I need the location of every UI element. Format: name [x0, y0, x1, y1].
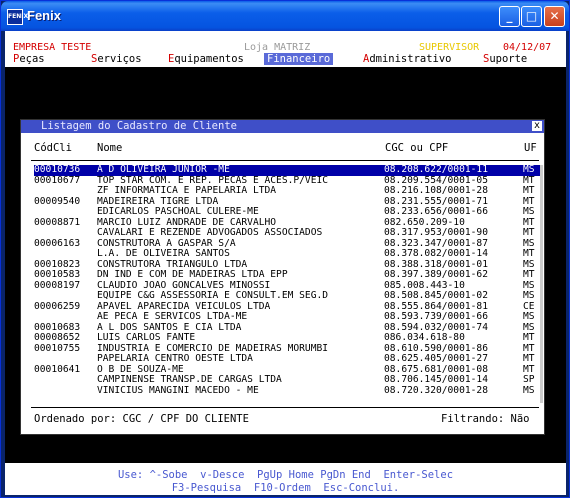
client-doc-cell: 08.720.320/0001-28 [384, 384, 488, 396]
menu-suporte[interactable]: Suporte [483, 53, 527, 65]
client-code-cell: 00009540 [34, 195, 81, 207]
client-doc-cell: 08.706.145/0001-14 [384, 374, 488, 385]
client-name-cell: L.A. DE OLIVEIRA SANTOS [97, 248, 230, 259]
title-bar[interactable]: FENIX Fenix _ □ ✕ [1, 1, 569, 31]
table-row[interactable]: ZF INFORMATICA E PAPELARIA LTDA 08.216.10… [34, 185, 540, 197]
sort-order-label: Ordenado por: CGC / CPF DO CLIENTE [34, 413, 249, 425]
client-code-cell: 00010755 [34, 342, 81, 354]
client-doc-cell: 08.216.108/0001-28 [384, 185, 488, 196]
client-code-cell: 00010677 [34, 174, 81, 186]
terminal-area: EMPRESA TESTE Loja MATRIZ SUPERVISOR 04/… [5, 31, 566, 495]
dialog-title: Listagem do Cadastro de Cliente [41, 120, 237, 132]
menu-label: dministrativo [369, 53, 452, 65]
menu-label: inanceiro [273, 53, 331, 65]
client-doc-cell: 08.233.656/0001-66 [384, 206, 488, 217]
menu-financeiro[interactable]: Financeiro [264, 53, 334, 65]
client-code-cell: 00006163 [34, 237, 81, 249]
menu-equipamentos[interactable]: Equipamentos [168, 53, 244, 65]
header-bar: EMPRESA TESTE Loja MATRIZ SUPERVISOR 04/… [5, 31, 566, 67]
table-row[interactable]: VINICIUS MANGINI MACEDO - ME 08.720.320/0… [34, 384, 540, 397]
client-code-cell: 00010583 [34, 269, 81, 280]
column-header-doc[interactable]: CGC ou CPF [385, 142, 448, 154]
client-list-dialog: Listagem do Cadastro de Cliente x CódCli… [20, 119, 545, 435]
key-hints-bar: Use: ^-Sobe v-Desce PgUp Home PgDn End E… [5, 463, 566, 495]
key-hints-line1: Use: ^-Sobe v-Desce PgUp Home PgDn End E… [117, 469, 454, 481]
menu-label: eças [19, 53, 45, 65]
client-doc-cell: 08.508.845/0001-02 [384, 290, 488, 301]
client-uf-cell: MT [523, 248, 535, 259]
dialog-close-button[interactable]: x [532, 121, 542, 131]
client-code-cell: 00008197 [34, 279, 81, 291]
client-uf-cell: MS [523, 290, 535, 301]
footer-divider [31, 407, 539, 408]
client-name-cell: DN IND E COM DE MADEIRAS LTDA EPP [97, 269, 288, 280]
client-doc-cell: 08.317.953/0001-90 [384, 227, 488, 238]
client-doc-cell: 086.034.618-80 [384, 332, 465, 343]
client-doc-cell: 08.593.739/0001-66 [384, 311, 488, 322]
client-name-cell: LUIS CARLOS FANTE [97, 332, 196, 343]
table-row[interactable]: L.A. DE OLIVEIRA SANTOS 08.378.082/0001-1… [34, 248, 540, 260]
client-uf-cell: MT [523, 227, 535, 238]
minimize-button[interactable]: _ [499, 6, 520, 27]
client-name-cell: ZF INFORMATICA E PAPELARIA LTDA [97, 185, 277, 196]
menu-pecas[interactable]: Peças [13, 53, 45, 65]
table-row[interactable]: 00010736 A D OLIVEIRA JUNIOR -ME 08.208.62… [34, 164, 540, 176]
menu-label: erviços [97, 53, 142, 65]
client-code-cell: 00008871 [34, 216, 81, 228]
menu-servicos[interactable]: Serviços [91, 53, 142, 65]
client-code-cell: 00010736 [34, 164, 81, 175]
client-name-cell: CAMPINENSE TRANSP.DE CARGAS LTDA [97, 374, 282, 385]
client-uf-cell: MT [523, 185, 535, 196]
maximize-button[interactable]: □ [521, 6, 542, 27]
table-row[interactable]: 00008652 LUIS CARLOS FANTE 086.034.618-80 M… [34, 332, 540, 344]
application-window: FENIX Fenix _ □ ✕ EMPRESA TESTE Loja MAT… [0, 0, 570, 498]
menu-administrativo[interactable]: Administrativo [363, 53, 452, 65]
client-name-cell: VINICIUS MANGINI MACEDO - ME [97, 384, 259, 396]
close-button[interactable]: ✕ [544, 6, 565, 27]
client-uf-cell: MS [523, 206, 535, 217]
client-list[interactable]: 00010736 A D OLIVEIRA JUNIOR -ME 08.208.62… [34, 164, 540, 397]
filter-status-label: Filtrando: Não [441, 413, 530, 425]
client-name-cell: A D OLIVEIRA JUNIOR -ME [97, 164, 230, 175]
column-header-code[interactable]: CódCli [34, 142, 72, 154]
table-row[interactable]: PAPELARIA CENTRO OESTE LTDA 08.625.405/00… [34, 353, 540, 365]
store-label: Loja MATRIZ [244, 42, 311, 53]
client-uf-cell: MS [523, 164, 535, 175]
client-uf-cell: SP [523, 374, 535, 385]
table-row[interactable]: EDICARLOS PASCHOAL CULERE-ME 08.233.656/0… [34, 206, 540, 218]
client-name-cell: CAVALARI E REZENDE ADVOGADOS ASSOCIADOS [97, 227, 323, 238]
app-icon: FENIX [7, 9, 28, 25]
table-row[interactable]: CAMPINENSE TRANSP.DE CARGAS LTDA 08.706.1… [34, 374, 540, 386]
header-divider [31, 160, 539, 161]
client-uf-cell: MT [523, 332, 535, 343]
client-code-cell: 00006259 [34, 300, 81, 312]
menu-label: quipamentos [174, 53, 244, 65]
scrollbar[interactable] [540, 165, 543, 403]
column-header-name[interactable]: Nome [97, 142, 122, 154]
client-uf-cell: MT [523, 353, 535, 364]
client-doc-cell: 08.378.082/0001-14 [384, 248, 488, 259]
key-hints-line2: F3-Pesquisa F10-Ordem Esc-Conclui. [171, 482, 400, 494]
client-code-cell: 00010641 [34, 363, 81, 375]
table-row[interactable]: CAVALARI E REZENDE ADVOGADOS ASSOCIADOS 0… [34, 227, 540, 239]
client-code-cell: 00008652 [34, 332, 81, 343]
table-row[interactable]: EQUIPE C&G ASSESSORIA E CONSULT.EM SEG.D… [34, 290, 540, 302]
client-doc-cell: 08.208.622/0001-11 [384, 164, 488, 175]
client-name-cell: EDICARLOS PASCHOAL CULERE-ME [97, 206, 259, 217]
dialog-title-bar: Listagem do Cadastro de Cliente x [21, 120, 544, 133]
client-name-cell: EQUIPE C&G ASSESSORIA E CONSULT.EM SEG.D [97, 290, 329, 301]
client-uf-cell: MS [523, 384, 535, 396]
client-name-cell: PAPELARIA CENTRO OESTE LTDA [97, 353, 253, 364]
client-name-cell: AE PECA E SERVICOS LTDA-ME [97, 311, 248, 322]
column-header-uf[interactable]: UF [524, 142, 537, 154]
client-doc-cell: 08.397.389/0001-62 [384, 269, 488, 280]
client-uf-cell: MT [523, 269, 535, 280]
client-uf-cell: MS [523, 311, 535, 322]
window-title: Fenix [27, 8, 61, 23]
table-row[interactable]: 00010583 DN IND E COM DE MADEIRAS LTDA EP… [34, 269, 540, 281]
table-row[interactable]: AE PECA E SERVICOS LTDA-ME 08.593.739/000… [34, 311, 540, 323]
menu-label: uporte [489, 53, 528, 65]
client-doc-cell: 08.625.405/0001-27 [384, 353, 488, 364]
